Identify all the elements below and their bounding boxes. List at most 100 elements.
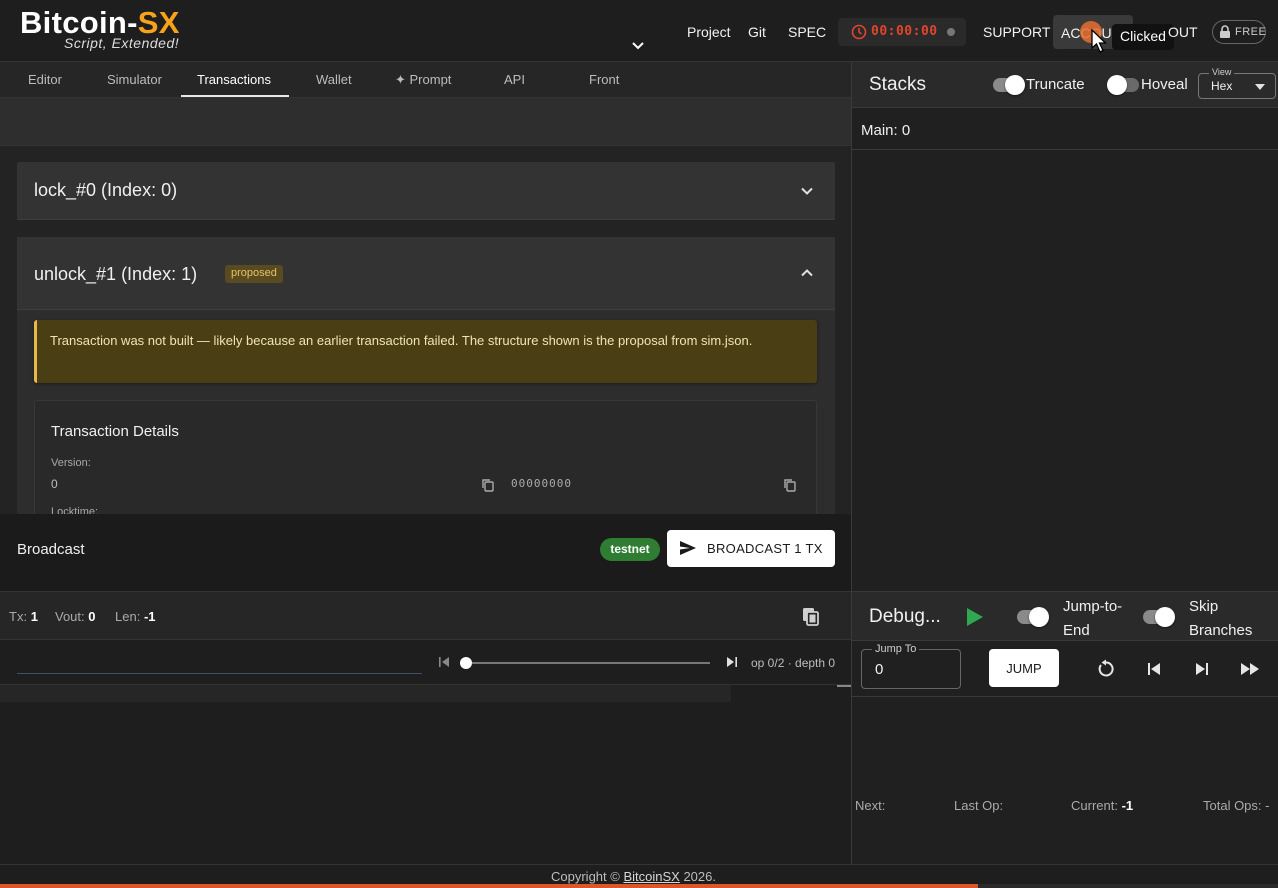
- accordion-title: lock_#0 (Index: 0): [34, 180, 178, 200]
- plan-badge[interactable]: FREE: [1212, 20, 1266, 44]
- script-length: Len: -1: [115, 609, 156, 624]
- stacks-title: Stacks: [869, 74, 927, 95]
- logo-tagline: Script, Extended!: [64, 35, 180, 51]
- active-tab-indicator: [181, 95, 289, 97]
- jump-controls: Jump To JUMP: [852, 641, 1278, 697]
- op-slider-thumb[interactable]: [460, 657, 472, 669]
- truncate-label: Truncate: [1026, 76, 1085, 93]
- mouse-cursor-icon: [1091, 28, 1108, 53]
- tx-info-bar: Tx: 1 Vout: 0 Len: -1: [0, 592, 851, 640]
- nav-project[interactable]: Project: [687, 24, 731, 40]
- step-forward-icon[interactable]: [1192, 659, 1212, 679]
- version-hex: 00000000: [511, 477, 572, 490]
- reset-icon[interactable]: [1096, 659, 1116, 679]
- plan-label: FREE: [1235, 26, 1267, 38]
- script-input-underline[interactable]: [17, 673, 422, 674]
- broadcast-button-label: BROADCAST 1 TX: [707, 541, 823, 556]
- truncate-toggle[interactable]: [993, 75, 1025, 95]
- timer-value: 00:00:00: [871, 24, 938, 39]
- copy-icon[interactable]: [481, 478, 495, 492]
- view-legend: View: [1209, 67, 1235, 77]
- nav-support[interactable]: SUPPORT: [983, 24, 1050, 40]
- copy-script-icon[interactable]: [802, 607, 820, 627]
- op-depth-readout: op 0/2 · depth 0: [751, 656, 836, 670]
- status-badge: proposed: [225, 265, 283, 283]
- hoveal-label: Hoveal: [1141, 76, 1188, 93]
- script-view-area[interactable]: [0, 685, 851, 863]
- fast-forward-icon[interactable]: [1240, 659, 1260, 679]
- tab-simulator[interactable]: Simulator: [107, 72, 162, 87]
- nav-git[interactable]: Git: [748, 24, 766, 40]
- total-ops: Total Ops: -: [1203, 798, 1270, 813]
- script-scrubber-row: op 0/2 · depth 0: [0, 641, 851, 685]
- version-label: Version:: [51, 457, 91, 469]
- chevron-down-icon[interactable]: [799, 183, 815, 199]
- details-title: Transaction Details: [51, 423, 179, 440]
- warning-alert: Transaction was not built — likely becau…: [34, 320, 817, 383]
- next-op: Next:: [855, 798, 886, 813]
- op-slider-track[interactable]: [466, 662, 710, 664]
- transaction-details-card: Transaction Details Version: 0 00000000 …: [34, 400, 817, 514]
- logo[interactable]: Bitcoin-SX Script, Extended!: [20, 6, 180, 52]
- accordion-lock-0[interactable]: lock_#0 (Index: 0): [17, 162, 835, 220]
- view-value: Hex: [1211, 79, 1233, 93]
- play-icon[interactable]: [966, 607, 984, 627]
- current-op: Current: -1: [1071, 798, 1134, 813]
- main-stack-count: Main: 0: [861, 122, 911, 139]
- app-header: Bitcoin-SX Script, Extended! Project Git…: [0, 0, 1278, 62]
- hoveal-toggle[interactable]: [1107, 75, 1139, 95]
- broadcast-label: Broadcast: [17, 541, 85, 558]
- clock-icon: [851, 24, 867, 40]
- footer-link[interactable]: BitcoinSX: [623, 869, 679, 884]
- progress-fill: [0, 884, 978, 888]
- stacks-header: Stacks Truncate Hoveal View Hex: [852, 62, 1278, 108]
- skip-to-start-icon[interactable]: [438, 656, 450, 668]
- toolbar-strip: [0, 98, 851, 146]
- caret-down-icon: [1255, 84, 1265, 90]
- send-icon: [680, 541, 696, 555]
- warning-text: Transaction was not built — likely becau…: [50, 333, 753, 348]
- session-timer[interactable]: 00:00:00: [838, 18, 966, 46]
- step-back-icon[interactable]: [1144, 659, 1164, 679]
- broadcast-bar: Broadcast testnet BROADCAST 1 TX: [0, 514, 851, 592]
- jump-to-end-toggle[interactable]: [1017, 607, 1049, 627]
- tab-front[interactable]: Front: [589, 72, 619, 87]
- jump-to-end-label: Jump-to-End: [1063, 598, 1123, 639]
- last-op: Last Op:: [954, 798, 1004, 813]
- skip-branches-toggle[interactable]: [1143, 607, 1175, 627]
- jump-to-input[interactable]: [875, 661, 955, 678]
- nav-spec[interactable]: SPEC: [788, 24, 826, 40]
- skip-branches-label: Skip Branches: [1189, 598, 1253, 639]
- transactions-panel: lock_#0 (Index: 0) unlock_#1 (Index: 1) …: [0, 146, 851, 514]
- tab-transactions[interactable]: Transactions: [197, 72, 271, 87]
- skip-to-end-icon[interactable]: [726, 656, 738, 668]
- accordion-title: unlock_#1 (Index: 1): [34, 264, 198, 284]
- chevron-up-icon[interactable]: [799, 265, 815, 281]
- tab-prompt[interactable]: ✦ Prompt: [395, 72, 451, 88]
- locktime-label: Locktime:: [51, 506, 99, 514]
- tab-api[interactable]: API: [504, 72, 525, 87]
- vout-index: Vout: 0: [55, 609, 96, 624]
- jump-to-field[interactable]: Jump To: [861, 643, 961, 689]
- tx-index: Tx: 1: [9, 609, 38, 624]
- debugger-status: Next: Last Op: Current: -1 Total Ops: -: [852, 798, 1278, 820]
- lock-icon: [1220, 25, 1230, 38]
- main-tabs: Editor Simulator Transactions Wallet ✦ P…: [0, 62, 851, 98]
- copy-icon[interactable]: [783, 478, 797, 492]
- scrollbar[interactable]: [837, 685, 851, 687]
- script-line-highlight: [0, 685, 731, 702]
- right-panel: Stacks Truncate Hoveal View Hex Main: 0 …: [851, 62, 1278, 864]
- logout-label[interactable]: OUT: [1168, 24, 1198, 40]
- jump-button-label: JUMP: [1006, 661, 1042, 676]
- tab-wallet[interactable]: Wallet: [316, 72, 352, 87]
- broadcast-button[interactable]: BROADCAST 1 TX: [667, 530, 835, 567]
- clicked-tooltip: Clicked: [1112, 24, 1174, 50]
- jump-button[interactable]: JUMP: [989, 649, 1059, 687]
- network-badge: testnet: [600, 538, 660, 561]
- chevron-down-icon[interactable]: [630, 38, 646, 54]
- version-value: 0: [51, 477, 58, 491]
- debugger-header: Debug... Jump-to-End Skip Branches: [852, 591, 1278, 641]
- tab-editor[interactable]: Editor: [28, 72, 62, 87]
- accordion-header[interactable]: unlock_#1 (Index: 1) proposed: [17, 237, 835, 310]
- view-select[interactable]: View Hex: [1198, 67, 1276, 99]
